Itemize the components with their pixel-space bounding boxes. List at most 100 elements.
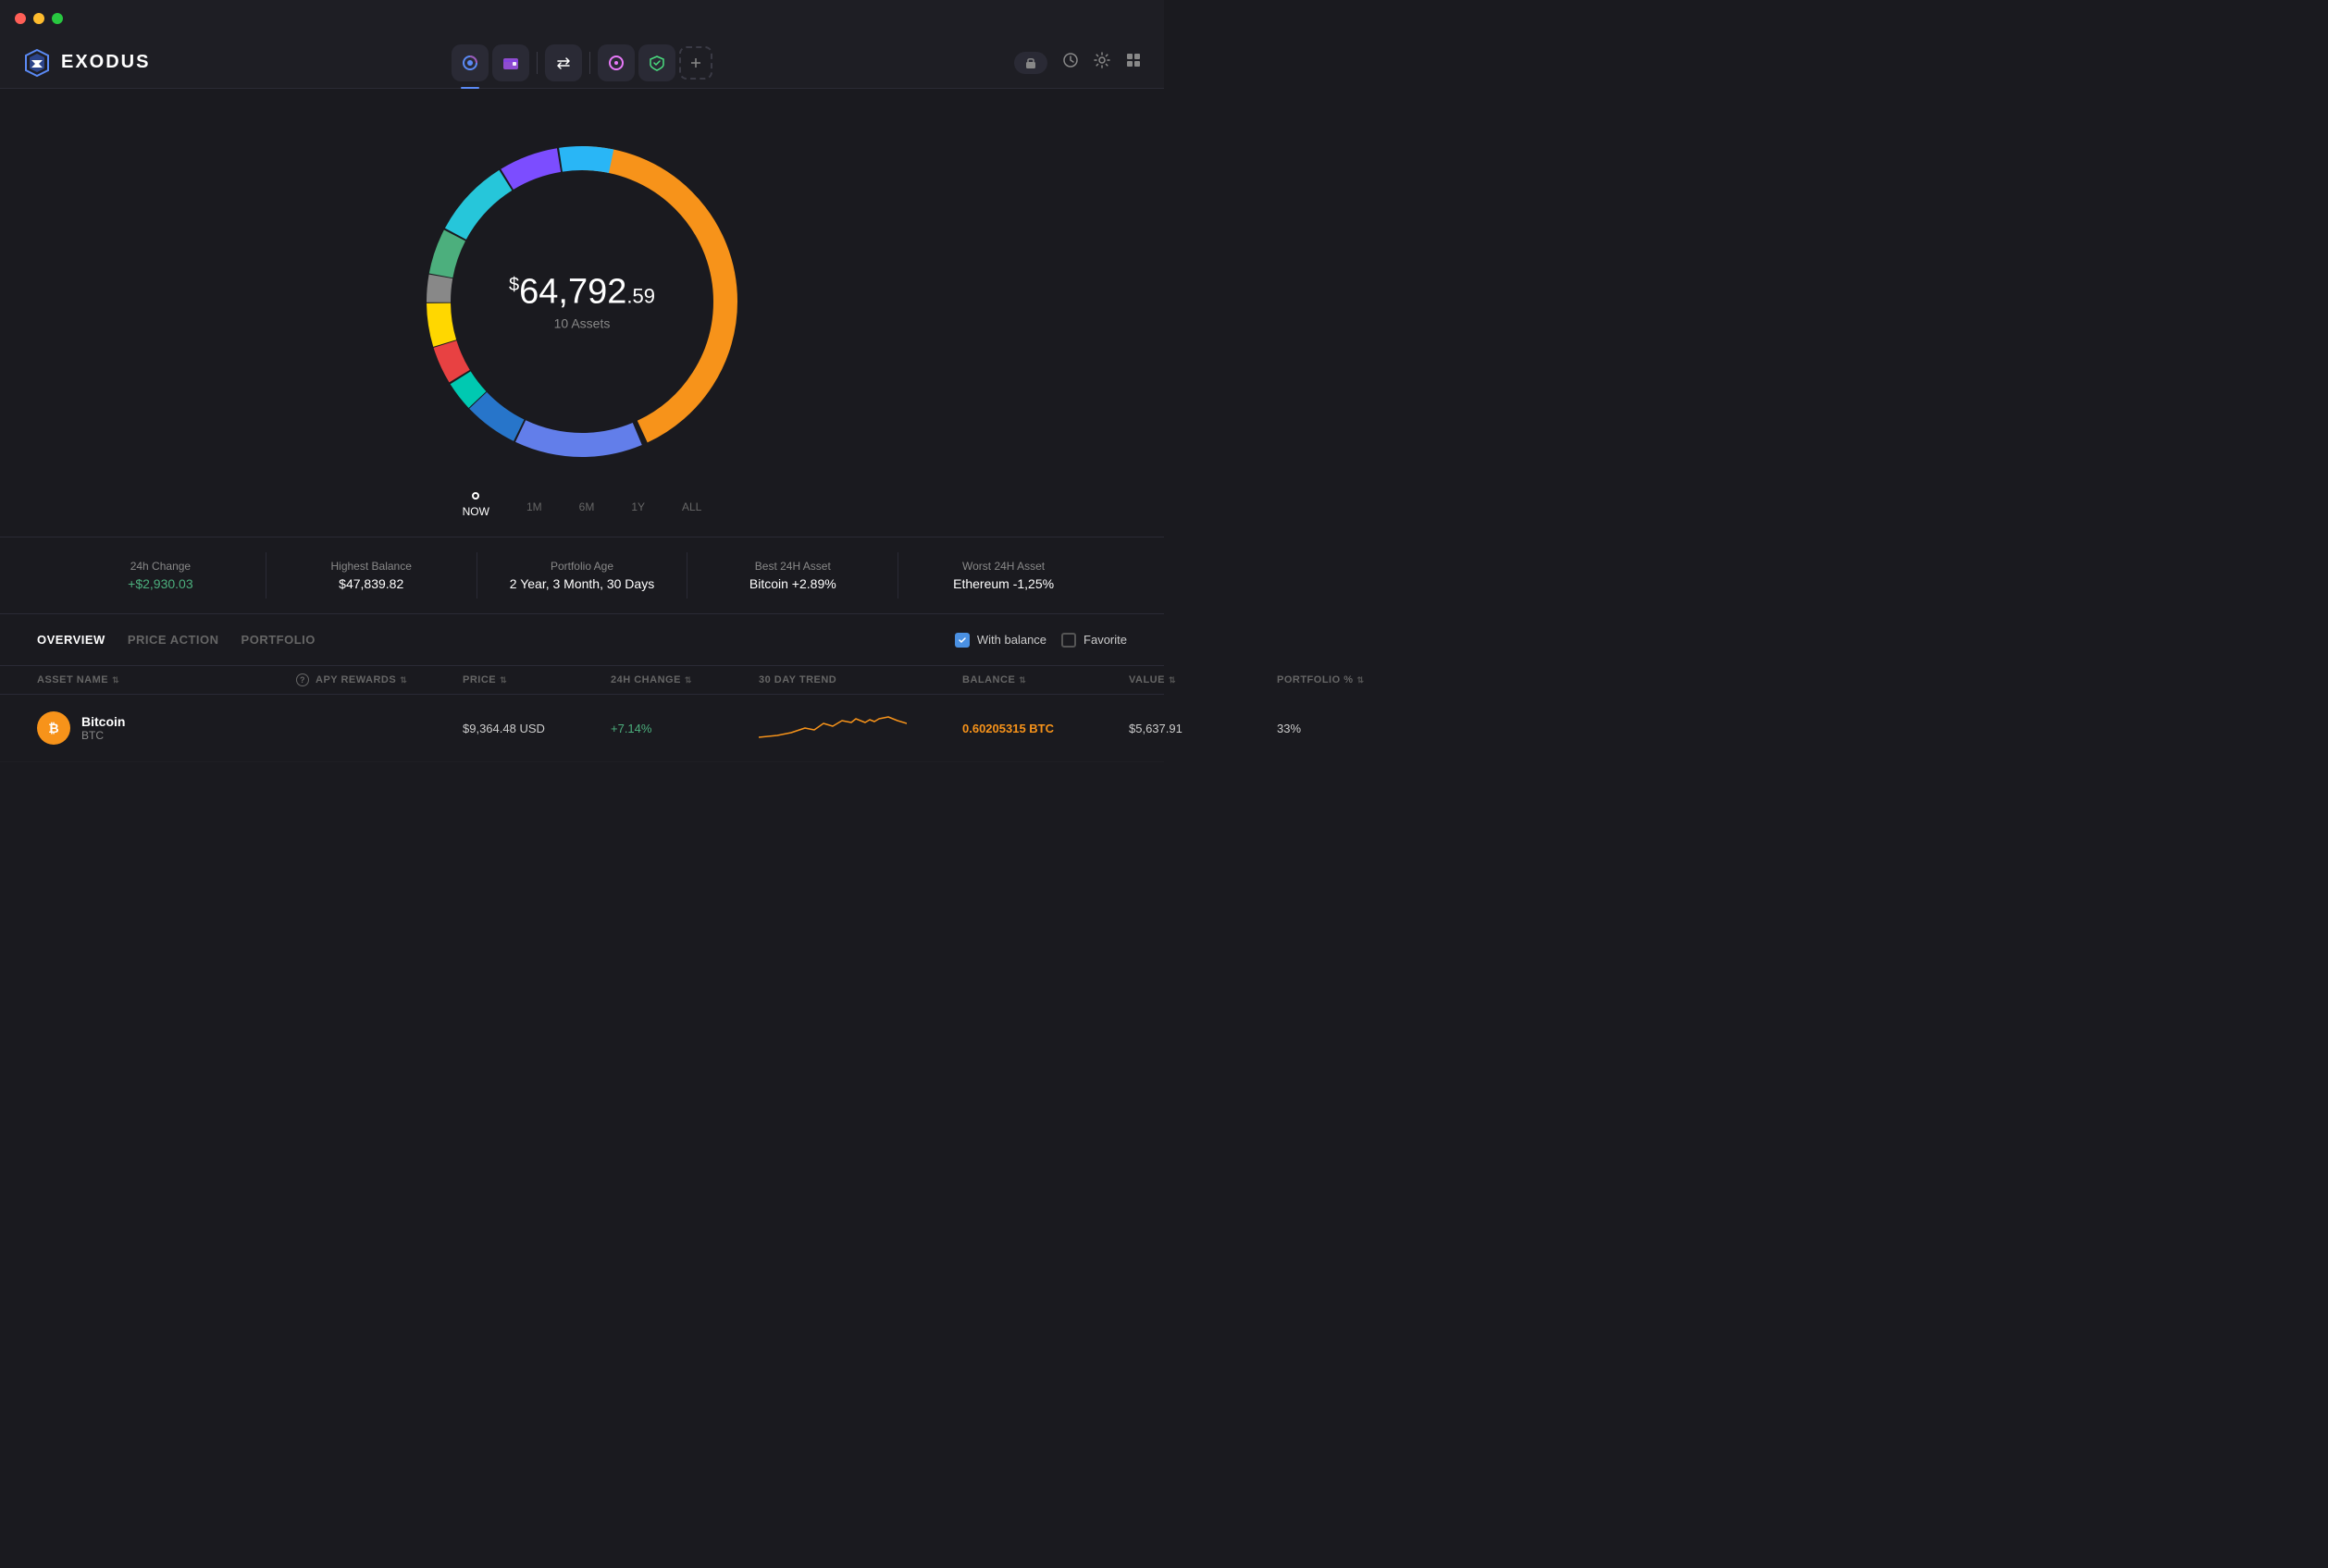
stat-worst-label: Worst 24H Asset <box>917 560 1090 573</box>
stat-best-asset: Best 24H Asset Bitcoin +2.89% <box>687 552 898 599</box>
bitcoin-name: Bitcoin <box>81 714 125 729</box>
stat-highest-value: $47,839.82 <box>285 576 458 591</box>
apy-info-icon: ? <box>296 673 309 686</box>
nav-add-button[interactable] <box>679 46 712 80</box>
checkmark-icon <box>958 636 967 645</box>
stat-highest-label: Highest Balance <box>285 560 458 573</box>
exchange-nav-icon <box>554 54 573 72</box>
logo-area: EXODUS <box>22 48 207 78</box>
time-1m-button[interactable]: 1M <box>526 497 542 517</box>
portfolio-total: $64,792.59 <box>509 273 655 313</box>
close-button[interactable] <box>15 13 26 24</box>
time-dot <box>472 492 479 500</box>
value-btc: $5,637.91 <box>1129 722 1277 735</box>
apps-nav-icon <box>607 54 625 72</box>
header: EXODUS <box>0 37 1164 89</box>
stat-24h-change: 24h Change +$2,930.03 <box>56 552 266 599</box>
main-content: $64,792.59 10 Assets NOW 1M 6M 1Y ALL 24… <box>0 89 1164 781</box>
asset-cell-btc: ₿ Bitcoin BTC <box>37 711 296 745</box>
svg-text:₿: ₿ <box>48 721 58 735</box>
wallet-nav-icon <box>502 54 520 72</box>
stat-best-value: Bitcoin +2.89% <box>706 576 879 591</box>
stat-best-label: Best 24H Asset <box>706 560 879 573</box>
history-icon[interactable] <box>1062 52 1079 73</box>
favorite-label: Favorite <box>1084 633 1127 647</box>
th-price[interactable]: PRICE ⇅ <box>463 673 611 686</box>
stat-portfolio-age: Portfolio Age 2 Year, 3 Month, 30 Days <box>477 552 688 599</box>
btc-sparkline <box>759 710 907 747</box>
plus-icon <box>689 56 702 69</box>
favorite-filter[interactable]: Favorite <box>1061 633 1127 648</box>
stats-row: 24h Change +$2,930.03 Highest Balance $4… <box>0 537 1164 614</box>
sort-balance-icon: ⇅ <box>1019 675 1026 685</box>
th-value[interactable]: VALUE ⇅ <box>1129 673 1277 686</box>
th-30day-trend: 30 DAY TREND <box>759 673 962 686</box>
table-row[interactable]: ₿ Bitcoin BTC $9,364.48 USD +7.14% 0.602… <box>0 695 1164 762</box>
tabs-filters: With balance Favorite <box>955 633 1127 648</box>
currency-symbol: $ <box>509 275 519 295</box>
tab-overview[interactable]: OVERVIEW <box>37 629 105 650</box>
bitcoin-icon: ₿ <box>37 711 70 745</box>
time-6m-button[interactable]: 6M <box>579 497 595 517</box>
balance-btc: 0.60205315 BTC <box>962 722 1129 735</box>
maximize-button[interactable] <box>52 13 63 24</box>
stat-age-label: Portfolio Age <box>496 560 669 573</box>
nav-divider-2 <box>589 52 590 74</box>
stat-age-value: 2 Year, 3 Month, 30 Days <box>496 576 669 591</box>
donut-chart-container: $64,792.59 10 Assets <box>406 126 758 477</box>
sort-portfolio-icon: ⇅ <box>1357 675 1365 685</box>
stat-worst-asset: Worst 24H Asset Ethereum -1,25% <box>898 552 1108 599</box>
stat-highest-balance: Highest Balance $47,839.82 <box>266 552 477 599</box>
tabs-row: OVERVIEW PRICE ACTION PORTFOLIO With bal… <box>0 614 1164 666</box>
header-right <box>957 52 1142 74</box>
stat-24h-value: +$2,930.03 <box>74 576 247 591</box>
portfolio-nav-icon <box>461 54 479 72</box>
tab-portfolio[interactable]: PORTFOLIO <box>241 629 316 650</box>
asset-info-btc: Bitcoin BTC <box>81 714 125 742</box>
settings-icon[interactable] <box>1094 52 1110 73</box>
nav-shield-button[interactable] <box>638 44 675 81</box>
stat-worst-value: Ethereum -1,25% <box>917 576 1090 591</box>
th-asset-name[interactable]: ASSET NAME ⇅ <box>37 673 296 686</box>
table-header: ASSET NAME ⇅ ? APY REWARDS ⇅ PRICE ⇅ 24H… <box>0 666 1164 695</box>
nav-portfolio-button[interactable] <box>452 44 489 81</box>
time-now-button[interactable]: NOW <box>463 492 489 522</box>
tab-price-action[interactable]: PRICE ACTION <box>128 629 219 650</box>
sort-price-icon: ⇅ <box>500 675 507 685</box>
time-now-label[interactable]: NOW <box>463 501 489 522</box>
th-balance[interactable]: BALANCE ⇅ <box>962 673 1129 686</box>
app-title: EXODUS <box>61 52 150 73</box>
shield-nav-icon <box>648 54 666 72</box>
assets-count: 10 Assets <box>509 316 655 331</box>
with-balance-checkbox[interactable] <box>955 633 970 648</box>
nav-wallet-button[interactable] <box>492 44 529 81</box>
titlebar <box>0 0 1164 37</box>
with-balance-label: With balance <box>977 633 1046 647</box>
stat-24h-label: 24h Change <box>74 560 247 573</box>
sort-value-icon: ⇅ <box>1169 675 1176 685</box>
price-btc: $9,364.48 USD <box>463 722 611 735</box>
time-1y-button[interactable]: 1Y <box>631 497 645 517</box>
nav-apps-button[interactable] <box>598 44 635 81</box>
lock-toggle[interactable] <box>1014 52 1047 74</box>
th-apy-rewards[interactable]: ? APY REWARDS ⇅ <box>296 673 463 686</box>
exodus-logo-icon <box>22 48 52 78</box>
sort-apy-icon: ⇅ <box>400 675 407 685</box>
nav-exchange-button[interactable] <box>545 44 582 81</box>
trend-btc <box>759 710 962 747</box>
lock-icon <box>1023 56 1038 70</box>
nav-divider <box>537 52 538 74</box>
sort-asset-name-icon: ⇅ <box>112 675 119 685</box>
favorite-checkbox[interactable] <box>1061 633 1076 648</box>
change-btc: +7.14% <box>611 722 759 735</box>
th-portfolio-pct[interactable]: PORTFOLIO % ⇅ <box>1277 673 1369 686</box>
sort-change-icon: ⇅ <box>685 675 692 685</box>
portfolio-pct-btc: 33% <box>1277 722 1369 735</box>
time-all-button[interactable]: ALL <box>682 497 701 517</box>
portfolio-section: $64,792.59 10 Assets NOW 1M 6M 1Y ALL 24… <box>0 107 1164 762</box>
nav-center <box>207 44 957 81</box>
minimize-button[interactable] <box>33 13 44 24</box>
th-24h-change[interactable]: 24H CHANGE ⇅ <box>611 673 759 686</box>
grid-icon[interactable] <box>1125 52 1142 73</box>
with-balance-filter[interactable]: With balance <box>955 633 1046 648</box>
